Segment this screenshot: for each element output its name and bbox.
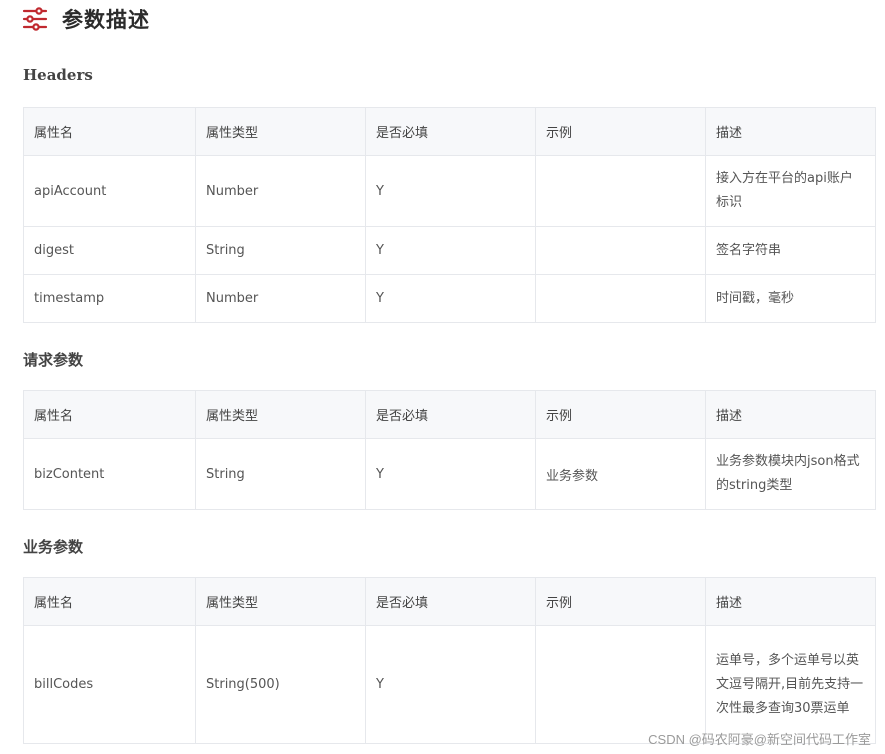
cell-name: bizContent (23, 438, 196, 510)
cell-required: Y (365, 226, 536, 275)
column-header: 示例 (535, 390, 706, 439)
table-header-row: 属性名 属性类型 是否必填 示例 描述 (23, 107, 876, 156)
table-header-row: 属性名 属性类型 是否必填 示例 描述 (23, 390, 876, 439)
cell-name: timestamp (23, 274, 196, 323)
page-title: 参数描述 (62, 8, 150, 32)
business-params-table: 属性名 属性类型 是否必填 示例 描述 billCodes String(500… (23, 577, 876, 744)
cell-type: String (195, 438, 366, 510)
table-row: bizContent String Y 业务参数 业务参数模块内json格式的s… (23, 438, 876, 510)
column-header: 描述 (705, 577, 876, 626)
column-header: 示例 (535, 107, 706, 156)
column-header: 是否必填 (365, 577, 536, 626)
sliders-icon (22, 7, 48, 31)
cell-type: String(500) (195, 625, 366, 744)
request-params-table: 属性名 属性类型 是否必填 示例 描述 bizContent String Y … (23, 390, 876, 510)
cell-example (535, 274, 706, 323)
cell-desc: 运单号，多个运单号以英文逗号隔开,目前先支持一次性最多查询30票运单 (705, 625, 876, 744)
section-title-business-params: 业务参数 (23, 538, 84, 556)
cell-example (535, 155, 706, 227)
cell-desc: 签名字符串 (705, 226, 876, 275)
cell-desc: 业务参数模块内json格式的string类型 (705, 438, 876, 510)
page-header: 参数描述 (22, 4, 150, 34)
column-header: 属性名 (23, 390, 196, 439)
cell-required: Y (365, 274, 536, 323)
table-header-row: 属性名 属性类型 是否必填 示例 描述 (23, 577, 876, 626)
cell-example (535, 226, 706, 275)
cell-required: Y (365, 155, 536, 227)
cell-desc: 时间戳，毫秒 (705, 274, 876, 323)
column-header: 示例 (535, 577, 706, 626)
cell-type: String (195, 226, 366, 275)
column-header: 属性名 (23, 577, 196, 626)
column-header: 属性类型 (195, 390, 366, 439)
column-header: 属性类型 (195, 107, 366, 156)
headers-table: 属性名 属性类型 是否必填 示例 描述 apiAccount Number Y … (23, 107, 876, 323)
cell-required: Y (365, 438, 536, 510)
cell-name: billCodes (23, 625, 196, 744)
table-row: billCodes String(500) Y 运单号，多个运单号以英文逗号隔开… (23, 625, 876, 744)
watermark: CSDN @码农阿豪@新空间代码工作室 (648, 732, 871, 747)
cell-name: apiAccount (23, 155, 196, 227)
column-header: 描述 (705, 390, 876, 439)
cell-name: digest (23, 226, 196, 275)
cell-desc: 接入方在平台的api账户标识 (705, 155, 876, 227)
column-header: 属性名 (23, 107, 196, 156)
table-row: digest String Y 签名字符串 (23, 226, 876, 275)
section-title-request-params: 请求参数 (23, 351, 84, 369)
section-title-headers: Headers (23, 66, 93, 84)
cell-type: Number (195, 274, 366, 323)
cell-example (535, 625, 706, 744)
column-header: 属性类型 (195, 577, 366, 626)
column-header: 描述 (705, 107, 876, 156)
column-header: 是否必填 (365, 107, 536, 156)
table-row: apiAccount Number Y 接入方在平台的api账户标识 (23, 155, 876, 227)
cell-type: Number (195, 155, 366, 227)
cell-example: 业务参数 (535, 438, 706, 510)
column-header: 是否必填 (365, 390, 536, 439)
table-row: timestamp Number Y 时间戳，毫秒 (23, 274, 876, 323)
cell-required: Y (365, 625, 536, 744)
